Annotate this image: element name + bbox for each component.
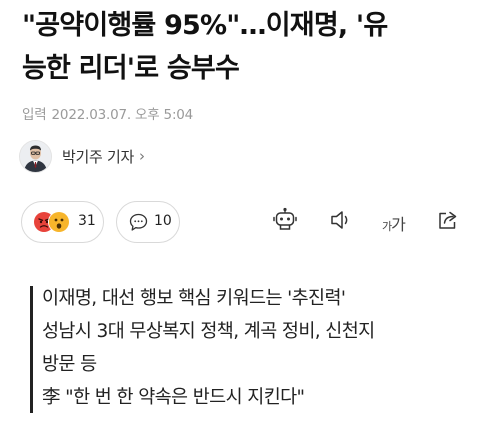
share-icon <box>435 207 461 237</box>
reactions-count: 31 <box>78 213 96 229</box>
font-size-large-label: 가 <box>391 215 406 234</box>
summary-line: 이재명, 대선 행보 핵심 키워드는 '추진력' <box>42 288 346 309</box>
reactions-button[interactable]: 31 <box>21 201 104 243</box>
speech-bubble-icon <box>129 213 148 236</box>
font-size-small-label: 가 <box>382 220 392 233</box>
date-label: 입력 <box>22 107 47 123</box>
reporter-avatar <box>19 139 52 173</box>
headline-line-1: "공약이행률 95%"…이재명, '유 <box>22 10 388 41</box>
summary-line: 李 "한 번 한 약속은 반드시 지킨다" <box>42 387 305 408</box>
speaker-icon <box>328 207 354 237</box>
share-button[interactable] <box>434 209 462 235</box>
article-headline: "공약이행률 95%"…이재명, '유 능한 리더'로 승부수 <box>22 4 462 90</box>
robot-icon <box>272 207 298 237</box>
date-value: 2022.03.07. 오후 5:04 <box>51 107 194 123</box>
comments-count: 10 <box>154 213 172 229</box>
summary-line: 방문 등 <box>42 354 97 375</box>
comments-button[interactable]: 10 <box>116 201 180 243</box>
headline-line-2: 능한 리더'로 승부수 <box>22 53 240 84</box>
article-summary: 이재명, 대선 행보 핵심 키워드는 '추진력' 성남시 3대 무상복지 정책,… <box>42 282 375 414</box>
summary-bot-button[interactable] <box>271 207 299 237</box>
article-dateline: 입력 2022.03.07. 오후 5:04 <box>22 103 193 123</box>
font-size-button[interactable]: 가가 <box>382 211 406 234</box>
surprised-face-icon <box>48 210 70 233</box>
summary-bar <box>30 286 33 413</box>
reporter-name: 박기주 기자 <box>62 147 134 166</box>
text-to-speech-button[interactable] <box>327 209 355 235</box>
reporter-link[interactable]: 박기주 기자 › <box>19 139 145 173</box>
summary-line: 성남시 3대 무상복지 정책, 계곡 정비, 신천지 <box>42 321 375 342</box>
chevron-right-icon: › <box>138 147 145 165</box>
